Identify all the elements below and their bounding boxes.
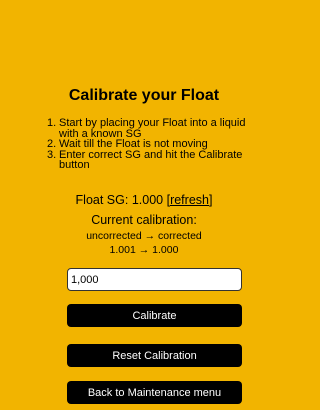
back-to-maintenance-button[interactable]: Back to Maintenance menu <box>67 381 242 404</box>
step-text: Enter correct SG and hit the Calibrate b… <box>59 148 243 171</box>
calibration-page: Calibrate your Float 1. Start by placing… <box>0 0 288 410</box>
list-item: 1. Start by placing your Float into a li… <box>47 117 257 140</box>
instruction-list: 1. Start by placing your Float into a li… <box>47 118 257 171</box>
sg-input[interactable] <box>67 268 242 291</box>
step-text: Start by placing your Float into a liqui… <box>59 117 246 140</box>
calibration-values: 1.001 → 1.000 <box>109 244 179 256</box>
reset-calibration-button[interactable]: Reset Calibration <box>67 344 242 367</box>
float-sg-label: Float SG: 1.000 <box>75 193 164 207</box>
calibration-heading: Current calibration: <box>91 213 197 227</box>
step-number: 3. <box>47 148 57 161</box>
calibration-subheading: uncorrected → corrected <box>86 230 202 242</box>
list-item: 2. Wait till the Float is not moving <box>47 139 257 150</box>
step-number: 2. <box>47 138 57 150</box>
float-sg-readout: Float SG: 1.000 [refresh] <box>0 192 288 208</box>
refresh-link[interactable]: [refresh] <box>167 193 213 207</box>
calibrate-button[interactable]: Calibrate <box>67 304 242 327</box>
step-text: Wait till the Float is not moving <box>59 138 208 150</box>
list-item: 3. Enter correct SG and hit the Calibrat… <box>47 148 257 171</box>
page-title: Calibrate your Float <box>68 87 220 104</box>
step-number: 1. <box>47 117 57 129</box>
